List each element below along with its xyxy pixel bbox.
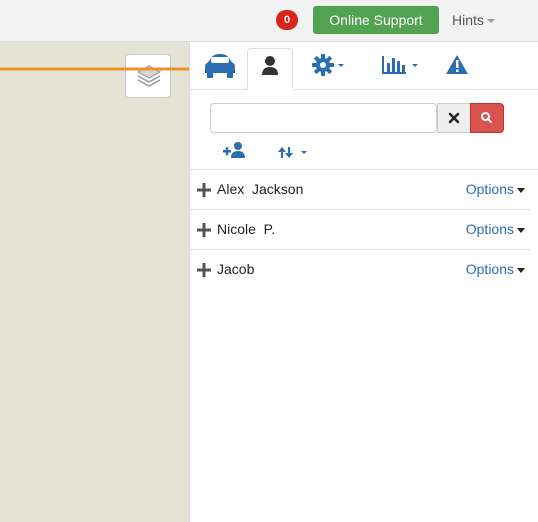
options-label: Options: [465, 181, 514, 197]
online-support-button[interactable]: Online Support: [313, 6, 439, 34]
add-user-icon: [223, 142, 245, 158]
caret-down-icon: [517, 267, 525, 273]
caret-down-icon: [517, 227, 525, 233]
tab-users[interactable]: [247, 48, 293, 90]
sort-icon: [278, 147, 307, 158]
clear-search-button[interactable]: [437, 103, 471, 133]
sort-button[interactable]: [276, 139, 312, 165]
warning-icon: [446, 55, 468, 74]
expand-plus-icon[interactable]: [197, 183, 211, 197]
tab-settings[interactable]: [307, 48, 351, 90]
options-dropdown[interactable]: Options: [466, 260, 525, 278]
bar-chart-icon: [382, 56, 418, 74]
expand-plus-icon[interactable]: [197, 223, 211, 237]
add-user-button[interactable]: [220, 139, 250, 165]
options-label: Options: [465, 221, 514, 237]
chevron-down-icon: [338, 64, 344, 67]
hints-label: Hints: [452, 12, 484, 28]
panel-tabs: [189, 42, 538, 90]
options-label: Options: [465, 261, 514, 277]
user-name: Nicole P.: [217, 221, 276, 237]
user-icon: [262, 56, 278, 75]
options-dropdown[interactable]: Options: [466, 180, 525, 198]
search-input[interactable]: [210, 103, 437, 133]
notification-badge[interactable]: 0: [276, 10, 298, 30]
user-row[interactable]: Alex Jackson Options: [189, 170, 531, 210]
tab-alerts[interactable]: [441, 48, 477, 90]
hints-dropdown[interactable]: Hints: [452, 6, 495, 34]
chevron-down-icon: [486, 19, 495, 24]
user-name: Alex Jackson: [217, 181, 304, 197]
search-icon: [481, 112, 492, 123]
user-row[interactable]: Nicole P. Options: [189, 210, 531, 250]
map-area[interactable]: [0, 42, 189, 522]
expand-plus-icon[interactable]: [197, 263, 211, 277]
tab-reports[interactable]: [377, 48, 423, 90]
tab-vehicles[interactable]: [198, 48, 242, 90]
options-dropdown[interactable]: Options: [466, 220, 525, 238]
gear-icon: [312, 54, 344, 76]
user-name: Jacob: [217, 261, 255, 277]
top-bar: 0 Online Support Hints: [0, 0, 538, 42]
caret-down-icon: [517, 187, 525, 193]
search-button[interactable]: [470, 103, 504, 133]
close-icon: [448, 112, 460, 124]
user-row[interactable]: Jacob Options: [189, 250, 531, 290]
chevron-down-icon: [301, 151, 307, 154]
chevron-down-icon: [412, 64, 418, 67]
car-icon: [205, 54, 235, 78]
